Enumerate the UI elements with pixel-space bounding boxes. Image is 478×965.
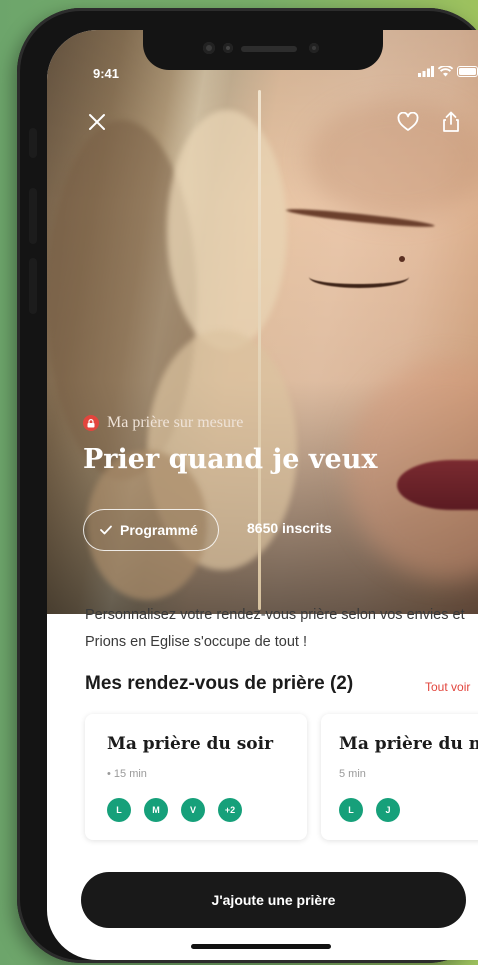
- card-duration: 5 min: [339, 768, 366, 780]
- camera-icon: [203, 42, 215, 54]
- day-list: L J: [339, 798, 400, 822]
- appointment-card[interactable]: Ma prière du soir • 15 min L M V +2: [85, 714, 307, 840]
- add-prayer-button[interactable]: J'ajoute une prière: [81, 872, 466, 928]
- day-badge: L: [107, 798, 131, 822]
- wifi-icon: [438, 66, 453, 77]
- lock-icon: [83, 415, 99, 431]
- see-all-link[interactable]: Tout voir: [425, 680, 470, 694]
- day-badge: V: [181, 798, 205, 822]
- day-badge: J: [376, 798, 400, 822]
- page-title: Prier quand je veux: [83, 444, 378, 475]
- description-text: Personnalisez votre rendez-vous prière s…: [85, 607, 465, 650]
- day-badge-more: +2: [218, 798, 242, 822]
- close-icon[interactable]: [83, 108, 111, 136]
- section-title: Mes rendez-vous de prière (2): [85, 673, 354, 694]
- volume-up-button: [29, 188, 37, 244]
- phone-frame: 9:41 Ma prière sur mesure Prier quand je…: [17, 8, 478, 963]
- home-indicator[interactable]: [191, 944, 331, 949]
- card-duration: • 15 min: [107, 768, 147, 780]
- notch: [143, 30, 383, 70]
- heart-icon[interactable]: [394, 108, 422, 136]
- category-tag: Ma prière sur mesure: [83, 414, 243, 432]
- volume-down-button: [29, 258, 37, 314]
- battery-icon: [457, 66, 478, 77]
- day-badge: M: [144, 798, 168, 822]
- day-badge: L: [339, 798, 363, 822]
- status-time: 9:41: [93, 66, 120, 81]
- signal-icon: [418, 66, 434, 77]
- check-icon: [100, 525, 112, 535]
- programmed-label: Programmé: [120, 522, 198, 538]
- speaker-icon: [241, 46, 297, 52]
- day-list: L M V +2: [107, 798, 242, 822]
- programmed-button[interactable]: Programmé: [83, 509, 219, 551]
- app-screen: 9:41 Ma prière sur mesure Prier quand je…: [47, 30, 478, 960]
- share-icon[interactable]: [437, 108, 465, 136]
- card-title: Ma prière du soir: [107, 734, 274, 754]
- appointment-card[interactable]: Ma prière du m 5 min L J: [321, 714, 478, 840]
- appointment-carousel[interactable]: Ma prière du soir • 15 min L M V +2 Ma p…: [85, 714, 478, 844]
- mute-switch: [29, 128, 37, 158]
- category-label: Ma prière sur mesure: [107, 414, 244, 431]
- sensor-icon: [223, 43, 233, 53]
- card-title: Ma prière du m: [339, 734, 478, 754]
- proximity-sensor-icon: [309, 43, 319, 53]
- subscriber-count: 8650 inscrits: [247, 520, 332, 536]
